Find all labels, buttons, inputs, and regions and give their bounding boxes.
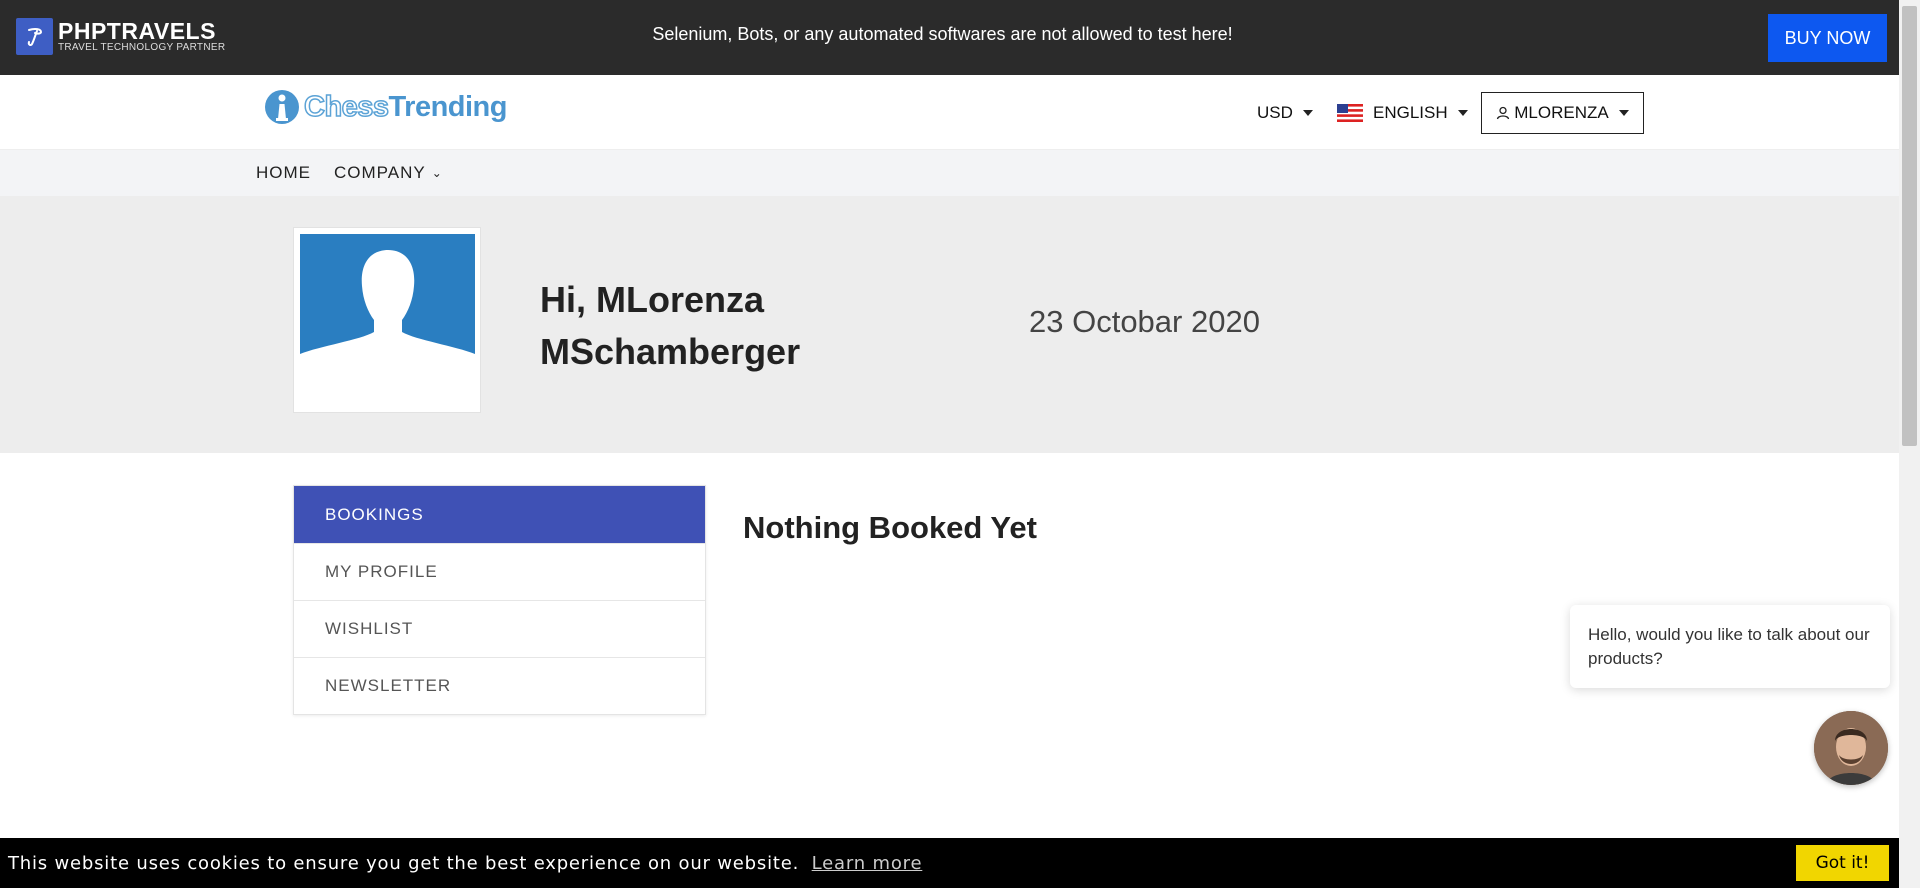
learn-more-link[interactable]: Learn more xyxy=(812,853,923,874)
user-silhouette-icon xyxy=(300,234,475,384)
menu-item-newsletter[interactable]: NEWSLETTER xyxy=(294,657,705,714)
account-menu: BOOKINGS MY PROFILE WISHLIST NEWSLETTER xyxy=(293,485,706,715)
menu-item-my-profile[interactable]: MY PROFILE xyxy=(294,543,705,600)
chess-piece-icon xyxy=(265,90,299,124)
caret-down-icon xyxy=(1457,110,1468,116)
logo-text-trending: Trending xyxy=(388,90,508,123)
currency-dropdown[interactable]: USD xyxy=(1257,103,1313,123)
current-date: 23 Octobar 2020 xyxy=(1029,304,1260,339)
greeting-line-2: MSchamberger xyxy=(540,331,801,372)
main-nav: HOME COMPANY ⌄ xyxy=(0,150,1899,196)
chevron-down-icon: ⌄ xyxy=(431,166,443,180)
avatar-card xyxy=(293,227,481,413)
nav-company[interactable]: COMPANY ⌄ xyxy=(334,163,443,183)
page-scrollbar[interactable] xyxy=(1899,0,1920,888)
site-header: ChessTrending USD ENGLISH MLORENZA xyxy=(0,75,1899,150)
greeting: Hi, MLorenza MSchamberger xyxy=(540,274,800,378)
us-flag-icon xyxy=(1337,104,1363,122)
caret-down-icon xyxy=(1302,110,1313,116)
user-icon xyxy=(1497,106,1510,120)
language-label: ENGLISH xyxy=(1373,103,1448,122)
chat-prompt[interactable]: Hello, would you like to talk about our … xyxy=(1570,605,1890,688)
user-account-dropdown[interactable]: MLORENZA xyxy=(1481,92,1644,134)
avatar xyxy=(300,234,475,384)
logo-text-chess: Chess xyxy=(303,90,390,124)
agent-photo-icon xyxy=(1814,711,1888,785)
nav-company-label: COMPANY xyxy=(334,163,426,182)
greeting-line-1: Hi, MLorenza xyxy=(540,279,765,320)
empty-bookings-message: Nothing Booked Yet xyxy=(743,510,1037,545)
accept-cookies-button[interactable]: Got it! xyxy=(1796,845,1889,881)
currency-label: USD xyxy=(1257,103,1293,122)
buy-now-button[interactable]: BUY NOW xyxy=(1768,14,1887,62)
chesstrending-logo[interactable]: ChessTrending xyxy=(264,89,508,125)
cookie-message: This website uses cookies to ensure you … xyxy=(8,853,800,874)
chat-agent-avatar[interactable] xyxy=(1814,711,1888,785)
language-dropdown[interactable]: ENGLISH xyxy=(1337,103,1468,123)
promo-bar: PHPTRAVELS TRAVEL TECHNOLOGY PARTNER Sel… xyxy=(0,0,1899,75)
cookie-banner: This website uses cookies to ensure you … xyxy=(0,838,1899,888)
menu-item-bookings[interactable]: BOOKINGS xyxy=(294,486,705,543)
profile-header: Hi, MLorenza MSchamberger 23 Octobar 202… xyxy=(0,196,1899,453)
user-name-label: MLORENZA xyxy=(1514,103,1609,122)
menu-item-wishlist[interactable]: WISHLIST xyxy=(294,600,705,657)
nav-home[interactable]: HOME xyxy=(256,163,311,183)
cookie-text: This website uses cookies to ensure you … xyxy=(8,853,922,874)
caret-down-icon xyxy=(1618,110,1629,116)
automation-notice: Selenium, Bots, or any automated softwar… xyxy=(652,24,1233,44)
scrollbar-thumb[interactable] xyxy=(1902,6,1917,446)
